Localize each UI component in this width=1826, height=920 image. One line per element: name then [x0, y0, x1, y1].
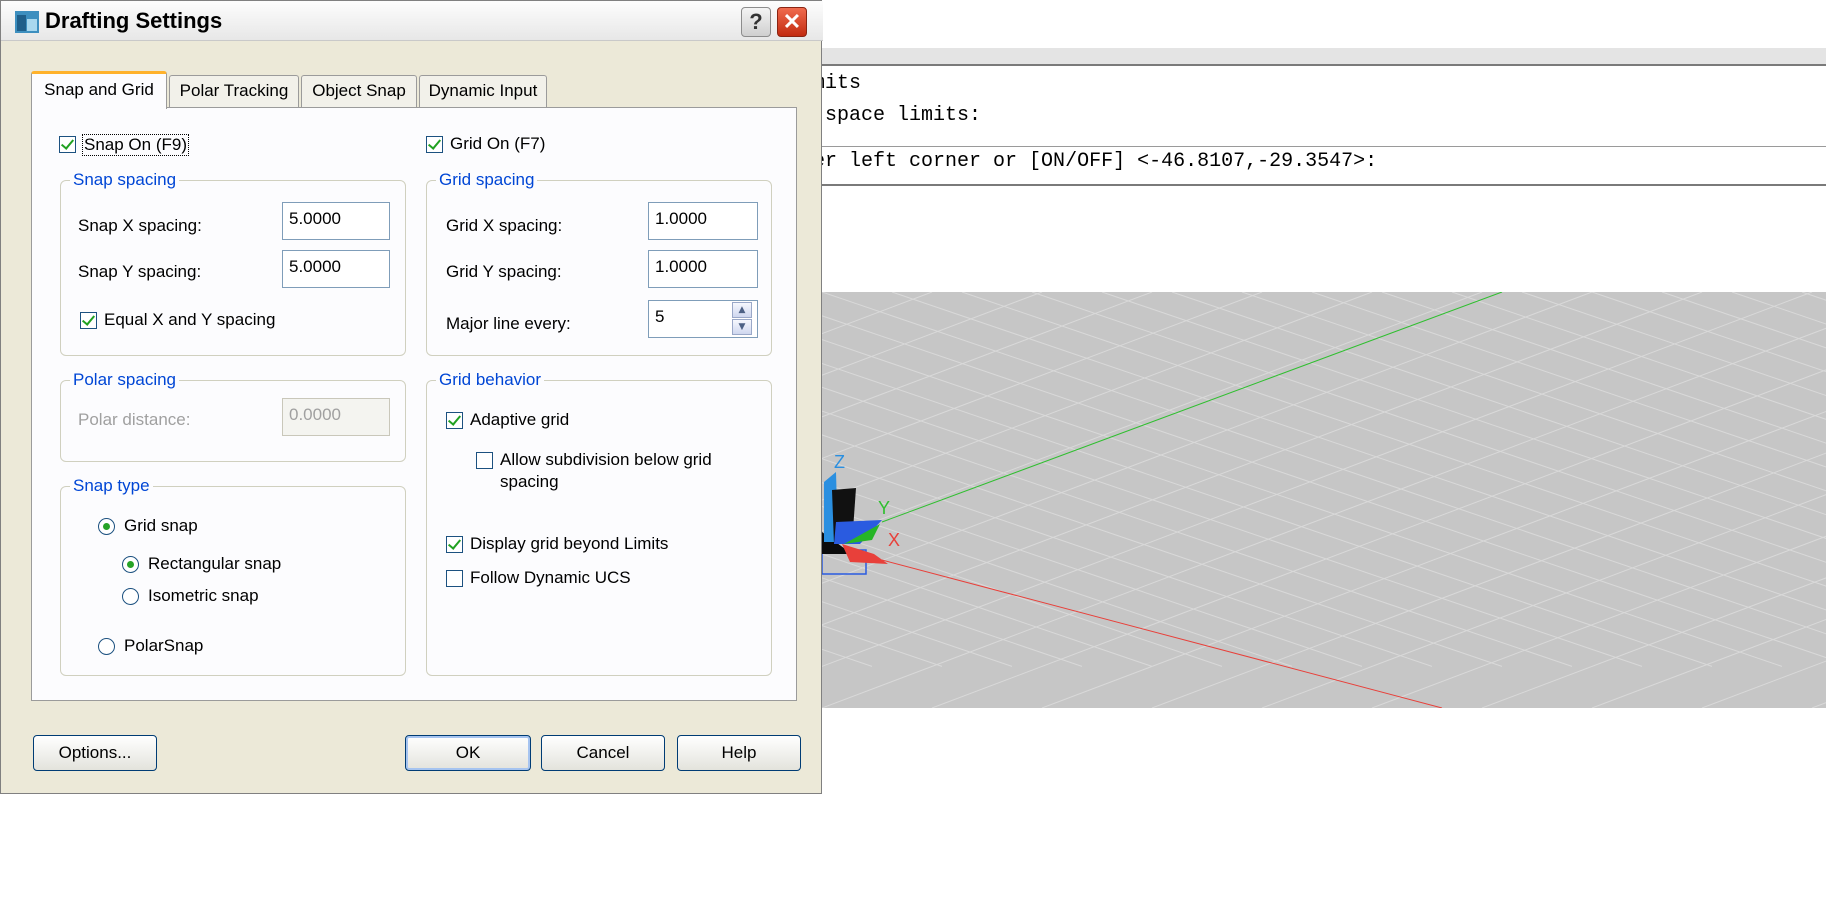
snap-on-label[interactable]: Snap On (F9) [82, 134, 189, 156]
help-button[interactable]: Help [677, 735, 801, 771]
grid-behavior-title: Grid behavior [436, 370, 545, 390]
z-axis-label: Z [834, 452, 845, 472]
snap-and-grid-panel: Snap On (F9) Grid On (F7) Snap spacing S… [31, 107, 797, 701]
grid-y-spacing-input[interactable]: 1.0000 [648, 250, 758, 288]
polar-snap-label[interactable]: PolarSnap [124, 636, 203, 656]
adaptive-grid-checkbox[interactable] [446, 412, 463, 429]
snap-spacing-title: Snap spacing [70, 170, 180, 190]
grid-snap-radio[interactable] [98, 518, 115, 535]
equal-spacing-label[interactable]: Equal X and Y spacing [104, 310, 275, 330]
model-space-viewport[interactable]: Z Y X [822, 292, 1826, 708]
x-axis-line [881, 559, 1443, 708]
y-axis-line [881, 292, 1503, 523]
tab-snap-and-grid[interactable]: Snap and Grid [31, 71, 167, 109]
autocad-app-icon [15, 11, 39, 33]
spin-up-icon[interactable]: ▲ [732, 302, 752, 318]
grid-beyond-limits-checkbox[interactable] [446, 536, 463, 553]
major-line-spinner[interactable]: ▲ ▼ [732, 302, 752, 336]
polar-distance-label: Polar distance: [78, 410, 191, 429]
grid-snap-label[interactable]: Grid snap [124, 516, 198, 536]
ucs-icon: Z Y X [822, 292, 1503, 708]
polar-distance-input[interactable]: 0.0000 [282, 398, 390, 436]
polar-snap-radio[interactable] [98, 638, 115, 655]
dialog-title: Drafting Settings [45, 8, 223, 33]
allow-subdivision-checkbox[interactable] [476, 452, 493, 469]
snap-x-spacing-input[interactable]: 5.0000 [282, 202, 390, 240]
grid-x-spacing-label: Grid X spacing: [446, 216, 563, 235]
rectangular-snap-radio[interactable] [122, 556, 139, 573]
grid-y-spacing-label: Grid Y spacing: [446, 262, 562, 281]
snap-type-title: Snap type [70, 476, 153, 496]
tab-object-snap[interactable]: Object Snap [301, 75, 417, 107]
x-arrow [842, 544, 888, 564]
y-axis-label: Y [878, 498, 890, 518]
follow-dynamic-ucs-label[interactable]: Follow Dynamic UCS [470, 568, 631, 588]
grid-x-spacing-input[interactable]: 1.0000 [648, 202, 758, 240]
titlebar-help-button[interactable]: ? [741, 7, 771, 37]
tab-polar-tracking[interactable]: Polar Tracking [169, 75, 299, 107]
command-window-text-area[interactable]: Command: limits Reset Model space limits… [675, 64, 1826, 186]
snap-y-spacing-input[interactable]: 5.0000 [282, 250, 390, 288]
adaptive-grid-label[interactable]: Adaptive grid [470, 410, 569, 430]
x-axis-label: X [888, 530, 900, 550]
grid-spacing-title: Grid spacing [436, 170, 538, 190]
snap-on-checkbox[interactable] [59, 136, 76, 153]
major-line-label: Major line every: [446, 314, 571, 333]
spin-down-icon[interactable]: ▼ [732, 319, 752, 335]
grid-beyond-limits-label[interactable]: Display grid beyond Limits [470, 534, 668, 554]
ok-button[interactable]: OK [405, 735, 531, 771]
command-window: Command: limits Reset Model space limits… [657, 48, 1826, 186]
grid-on-label[interactable]: Grid On (F7) [450, 134, 545, 154]
dialog-titlebar[interactable]: Drafting Settings ? ✕ [1, 1, 823, 41]
command-history: Command: limits Reset Model space limits… [677, 66, 1826, 147]
allow-subdivision-label-cont[interactable]: spacing [500, 472, 559, 492]
snap-y-spacing-label: Snap Y spacing: [78, 262, 202, 281]
grid-on-checkbox[interactable] [426, 136, 443, 153]
options-button[interactable]: Options... [33, 735, 157, 771]
allow-subdivision-label[interactable]: Allow subdivision below grid [500, 450, 712, 470]
follow-dynamic-ucs-checkbox[interactable] [446, 570, 463, 587]
drafting-settings-dialog: Drafting Settings ? ✕ Snap and Grid Pola… [0, 0, 823, 794]
polar-spacing-title: Polar spacing [70, 370, 180, 390]
isometric-snap-radio[interactable] [122, 588, 139, 605]
isometric-snap-label[interactable]: Isometric snap [148, 586, 259, 606]
tab-dynamic-input[interactable]: Dynamic Input [419, 75, 547, 107]
rectangular-snap-label[interactable]: Rectangular snap [148, 554, 281, 574]
snap-x-spacing-label: Snap X spacing: [78, 216, 202, 235]
equal-spacing-checkbox[interactable] [80, 312, 97, 329]
cancel-button[interactable]: Cancel [541, 735, 665, 771]
titlebar-close-button[interactable]: ✕ [777, 7, 807, 37]
